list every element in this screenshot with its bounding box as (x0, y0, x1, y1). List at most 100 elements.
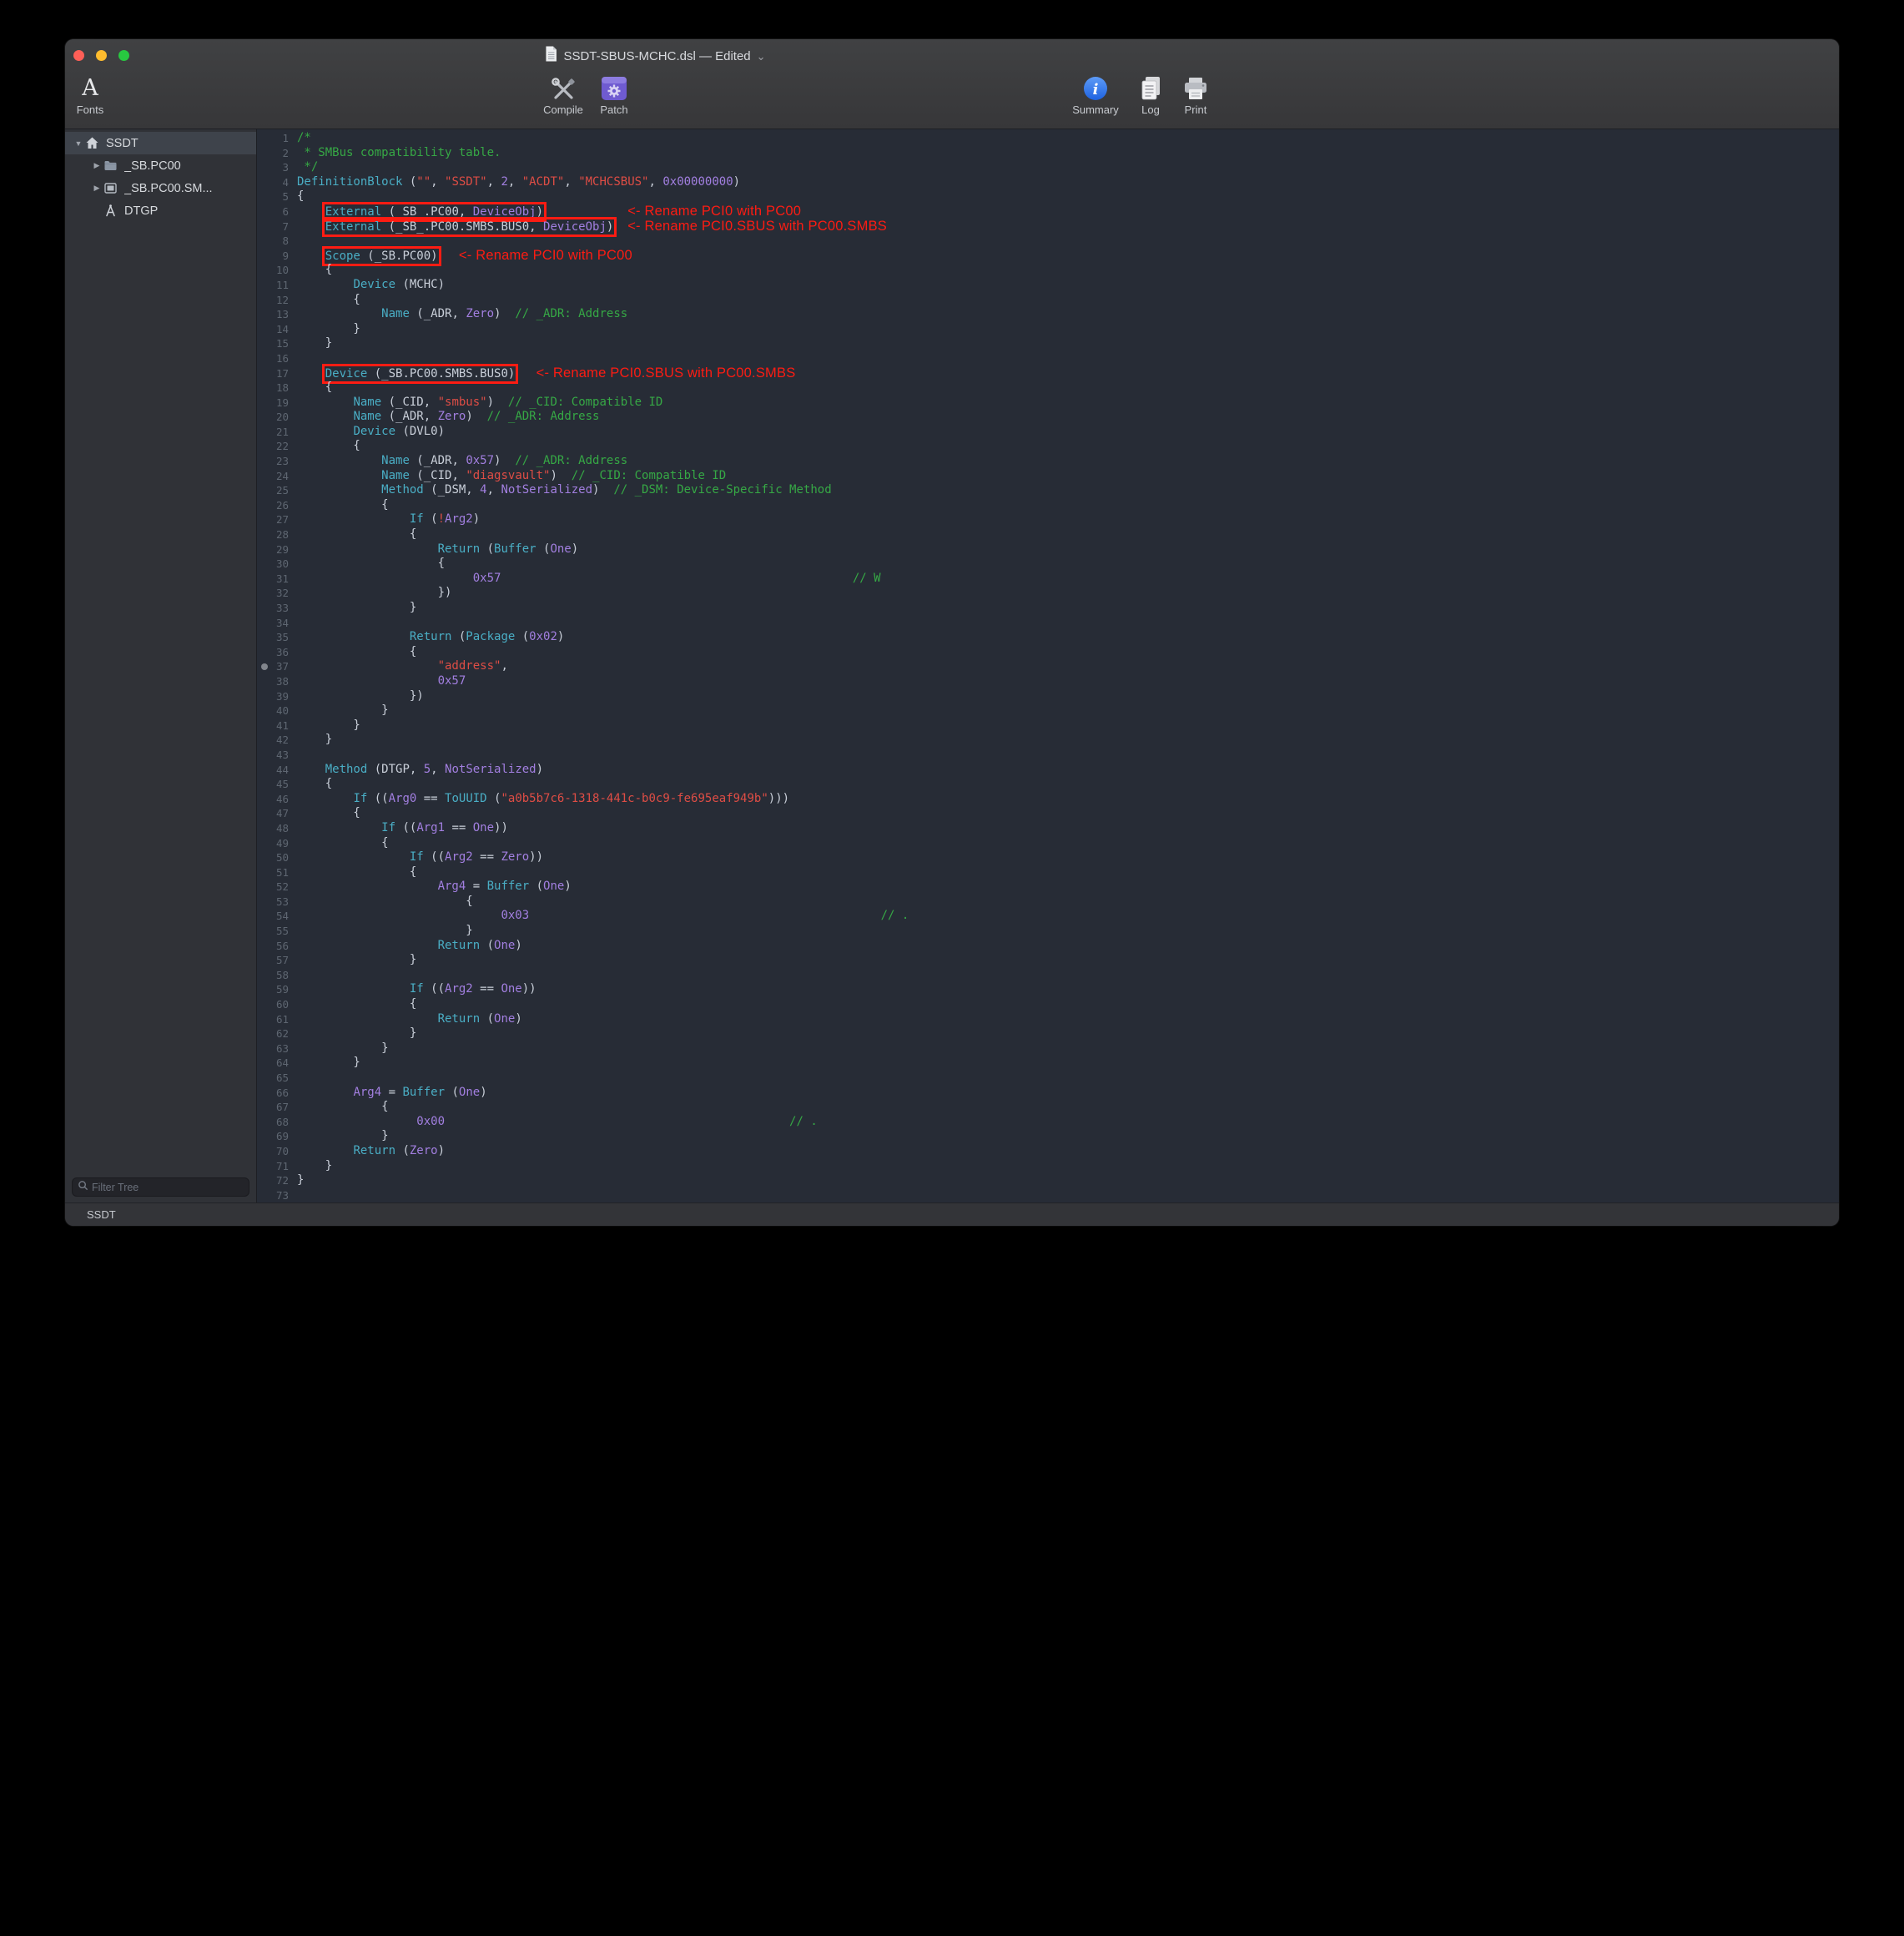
disclosure-triangle[interactable]: ▶ (90, 184, 103, 193)
code-text: }) (297, 586, 451, 601)
code-token (297, 469, 381, 482)
sidebar-item-sb-pc00[interactable]: ▶ _SB.PC00 (65, 154, 256, 177)
code-lines: 1/*2 * SMBus compatibility table.3 */4De… (258, 131, 1839, 1202)
code-token: (_ADR, (410, 307, 466, 320)
code-token: 2 (501, 175, 507, 189)
code-token: Buffer (487, 880, 530, 893)
summary-button[interactable]: i Summary (1070, 74, 1121, 116)
code-line: 47 { (258, 806, 1839, 821)
code-line: 4DefinitionBlock ("", "SSDT", 2, "ACDT",… (258, 175, 1839, 190)
code-token: Device (353, 278, 395, 291)
code-token: // _CID: Compatible ID (572, 469, 726, 482)
code-text: } (297, 1129, 389, 1144)
code-token: Arg2 (445, 512, 473, 526)
code-token: ( (360, 250, 375, 263)
code-line: 5{ (258, 189, 1839, 204)
code-text: 0x57 (297, 674, 466, 689)
log-button[interactable]: Log (1126, 74, 1176, 116)
code-token: , (431, 763, 445, 776)
code-text: */ (297, 160, 318, 175)
code-line: 66 Arg4 = Buffer (One) (258, 1086, 1839, 1101)
line-number: 20 (258, 410, 289, 425)
code-token (297, 250, 325, 263)
code-text: Device (MCHC) (297, 278, 445, 293)
gutter-marker-dot (261, 663, 268, 670)
code-line: 46 If ((Arg0 == ToUUID ("a0b5b7c6-1318-4… (258, 792, 1839, 807)
compile-button[interactable]: Compile (538, 74, 588, 116)
code-line: 22 { (258, 439, 1839, 454)
minimize-button[interactable] (96, 50, 107, 61)
line-number: 38 (258, 674, 289, 689)
title-chevron-icon[interactable]: ⌄ (757, 48, 766, 63)
code-token: Name (353, 396, 381, 409)
close-button[interactable] (73, 50, 84, 61)
code-token (297, 1115, 416, 1128)
code-token: // _ADR: Address (487, 410, 600, 423)
code-token: _SB_.PC00.SMBS.BUS0 (395, 220, 529, 234)
sidebar-item-dtgp[interactable]: DTGP (65, 199, 256, 222)
window-title-group[interactable]: SSDT-SBUS-MCHC.dsl — Edited ⌄ (544, 39, 765, 73)
code-token: , (459, 205, 473, 219)
code-token: ) (536, 763, 543, 776)
code-line: 34 (258, 616, 1839, 631)
code-text: "address", (297, 659, 508, 674)
code-line: 28 { (258, 527, 1839, 542)
code-token: Zero (501, 850, 529, 864)
line-number: 46 (258, 792, 289, 807)
code-text: { (297, 895, 473, 910)
code-token: } (297, 336, 332, 350)
code-token: Device (325, 367, 368, 381)
code-token: ( (402, 175, 416, 189)
code-token: One (494, 1012, 515, 1026)
code-editor[interactable]: 1/*2 * SMBus compatibility table.3 */4De… (258, 129, 1839, 1202)
line-number: 49 (258, 836, 289, 851)
filter-input[interactable] (92, 1182, 244, 1193)
code-token: , (648, 175, 662, 189)
patch-button[interactable]: Patch (589, 74, 639, 116)
line-number: 5 (258, 189, 289, 204)
code-line: 39 }) (258, 689, 1839, 704)
code-token: _SB_.PC00 (395, 205, 459, 219)
code-token (297, 909, 501, 922)
code-token: { (297, 865, 416, 879)
code-text: * SMBus compatibility table. (297, 146, 501, 161)
document-proxy-icon[interactable] (544, 46, 557, 66)
code-token (438, 250, 459, 263)
sidebar-item-label: _SB.PC00 (124, 159, 181, 173)
code-token: (_CID, (410, 469, 466, 482)
disclosure-triangle[interactable]: ▶ (90, 161, 103, 170)
code-text: Return (Package (0x02) (297, 630, 564, 645)
code-token: } (297, 601, 416, 614)
code-text: } (297, 1056, 360, 1071)
zoom-button[interactable] (118, 50, 129, 61)
rename-annotation-text: <- Rename PCI0.SBUS with PC00.SMBS (627, 219, 887, 234)
code-text: If ((Arg2 == One)) (297, 982, 536, 997)
code-text: If ((Arg2 == Zero)) (297, 850, 543, 865)
print-button[interactable]: Print (1171, 74, 1221, 116)
code-token: } (297, 703, 389, 717)
print-label: Print (1171, 103, 1221, 116)
sidebar-item-sb-pc00-sm[interactable]: ▶_SB.PC00.SM... (65, 177, 256, 199)
code-line: 52 Arg4 = Buffer (One) (258, 880, 1839, 895)
code-line: 15 } (258, 336, 1839, 351)
code-token: ( (480, 542, 494, 556)
code-line: 23 Name (_ADR, 0x57) // _ADR: Address (258, 454, 1839, 469)
code-token: Return (438, 1012, 481, 1026)
code-token: "MCHCSBUS" (578, 175, 648, 189)
code-line: 49 { (258, 836, 1839, 851)
code-token: 0x02 (529, 630, 557, 643)
disclosure-triangle[interactable]: ▼ (72, 139, 85, 148)
code-text: } (297, 1041, 389, 1056)
code-text: { (297, 293, 360, 308)
titlebar[interactable]: SSDT-SBUS-MCHC.dsl — Edited ⌄ (65, 39, 1839, 73)
code-token: Arg1 (416, 821, 445, 834)
filter-field[interactable] (72, 1177, 249, 1197)
code-token: { (297, 895, 473, 908)
line-number: 12 (258, 293, 289, 308)
compile-label: Compile (538, 103, 588, 116)
sidebar-item-ssdt[interactable]: ▼SSDT (65, 132, 256, 154)
code-line: 35 Return (Package (0x02) (258, 630, 1839, 645)
sidebar: ▼SSDT ▶ _SB.PC00 ▶_SB.PC00.SM...DTGP (65, 129, 257, 1202)
code-token: ))) (768, 792, 789, 805)
fonts-button[interactable]: A Fonts (65, 74, 115, 116)
